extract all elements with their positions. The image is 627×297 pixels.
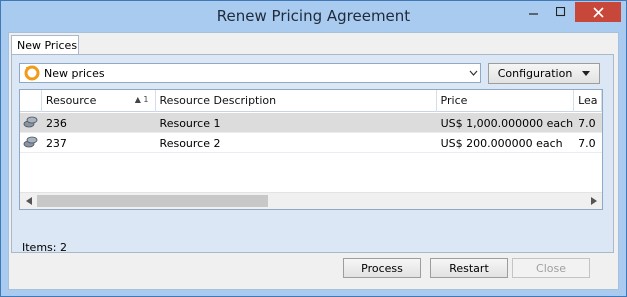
scrollbar-thumb[interactable] — [37, 195, 268, 207]
cell-lea: 7.0 — [578, 116, 596, 130]
table-row[interactable]: 236 Resource 1 US$ 1,000.000000 each 7.0 — [20, 113, 602, 133]
maximize-icon — [555, 7, 565, 17]
scroll-left-icon[interactable] — [20, 193, 37, 209]
minimize-button[interactable] — [521, 2, 547, 22]
dialog-content: New Prices New prices Configuration Reso… — [8, 32, 619, 290]
grid-header: Resource ▲ 1 Resource Description Price … — [20, 90, 602, 112]
scroll-right-icon[interactable] — [585, 193, 602, 209]
refresh-icon — [24, 65, 40, 81]
dropdown-arrow-icon — [582, 69, 591, 78]
chevron-down-icon[interactable] — [466, 64, 480, 82]
price-source-combo[interactable]: New prices — [19, 63, 481, 83]
header-price[interactable]: Price — [437, 90, 575, 112]
renew-pricing-window: Renew Pricing Agreement New Prices New p… — [0, 0, 627, 297]
price-source-value: New prices — [44, 66, 105, 80]
process-button[interactable]: Process — [343, 258, 421, 278]
maximize-button[interactable] — [548, 2, 573, 22]
close-icon — [592, 6, 604, 18]
cell-description: Resource 2 — [159, 136, 221, 150]
cell-resource: 237 — [45, 136, 67, 150]
horizontal-scrollbar[interactable] — [20, 192, 602, 209]
tab-new-prices[interactable]: New Prices — [11, 35, 79, 55]
close-button[interactable]: Close — [512, 258, 590, 278]
cell-price: US$ 200.000000 each — [440, 136, 563, 150]
tab-strip: New Prices — [9, 33, 618, 55]
header-icon-column — [20, 90, 42, 112]
configuration-button[interactable]: Configuration — [488, 63, 600, 84]
configuration-label: Configuration — [497, 67, 573, 80]
header-resource-description[interactable]: Resource Description — [156, 90, 437, 112]
minimize-icon — [529, 13, 538, 15]
restart-button[interactable]: Restart — [430, 258, 508, 278]
header-lea[interactable]: Lea — [574, 90, 602, 112]
cell-price: US$ 1,000.000000 each — [440, 116, 574, 130]
close-window-button[interactable] — [575, 2, 621, 22]
title-bar: Renew Pricing Agreement — [1, 1, 626, 32]
cell-resource: 236 — [45, 116, 67, 130]
new-prices-panel: New prices Configuration Resource ▲ 1 Re… — [11, 54, 614, 254]
cell-description: Resource 1 — [159, 116, 221, 130]
table-row[interactable]: 237 Resource 2 US$ 200.000000 each 7.0 — [20, 133, 602, 153]
coins-icon — [20, 133, 42, 153]
coins-icon — [20, 113, 42, 133]
prices-grid: Resource ▲ 1 Resource Description Price … — [19, 89, 603, 210]
items-count: Items: 2 — [22, 241, 67, 254]
cell-lea: 7.0 — [578, 136, 596, 150]
sort-ascending-icon: ▲ 1 — [134, 95, 149, 104]
header-resource[interactable]: Resource ▲ 1 — [42, 90, 156, 112]
